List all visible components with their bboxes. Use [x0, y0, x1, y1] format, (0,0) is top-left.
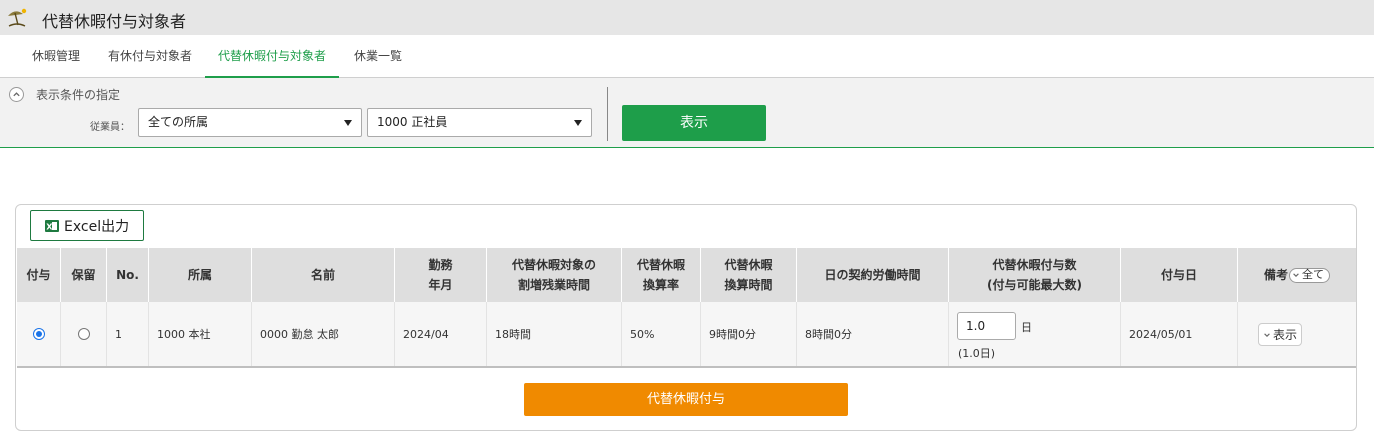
row-note: 表示 — [1238, 302, 1356, 366]
header-daily-hours: 日の契約労働時間 — [797, 248, 949, 302]
divider — [607, 87, 608, 141]
department-select-value: 全ての所属 — [148, 115, 209, 129]
hold-radio[interactable] — [77, 328, 90, 340]
header-work-month: 勤務 年月 — [395, 248, 487, 302]
filter-title: 表示条件の指定 — [36, 88, 121, 102]
header-name: 名前 — [252, 248, 395, 302]
row-employee-name: 0000 勤怠 太郎 — [252, 302, 395, 366]
excel-export-button[interactable]: X Excel出力 — [30, 210, 144, 241]
tab-paid-leave-targets[interactable]: 有休付与対象者 — [96, 35, 204, 78]
note-show-button[interactable]: 表示 — [1258, 323, 1302, 346]
grant-days-input[interactable]: 1.0 — [957, 312, 1016, 340]
hold-cell — [61, 302, 107, 366]
header-grant-days: 代替休暇付与数 (付与可能最大数) — [949, 248, 1121, 302]
header-department: 所属 — [149, 248, 252, 302]
employment-type-select-value: 1000 正社員 — [377, 115, 448, 129]
chevron-down-icon — [1264, 332, 1270, 337]
chevron-up-icon — [13, 92, 20, 97]
grant-days-max: (1.0日) — [958, 347, 996, 360]
row-conversion-time: 9時間0分 — [701, 302, 797, 366]
row-grant-days: 1.0 日 (1.0日) — [949, 302, 1121, 366]
grant-cell — [17, 302, 61, 366]
department-select[interactable]: 全ての所属 — [138, 108, 362, 137]
tab-substitute-leave-targets[interactable]: 代替休暇付与対象者 — [205, 35, 339, 78]
show-button[interactable]: 表示 — [622, 105, 766, 141]
svg-text:X: X — [46, 222, 53, 231]
chevron-down-icon — [1293, 273, 1299, 277]
tab-bar: 休暇管理 有休付与対象者 代替休暇付与対象者 休業一覧 — [0, 35, 1374, 78]
header-no: No. — [107, 248, 149, 302]
header-conversion-rate: 代替休暇 換算率 — [622, 248, 701, 302]
excel-icon: X — [45, 219, 59, 232]
title-bar: 代替休暇付与対象者 — [0, 0, 1374, 35]
table-header: 付与 保留 No. 所属 名前 勤務 年月 代替休暇対象の 割増残業時間 代替休… — [17, 248, 1356, 302]
employee-label: 従業員： — [90, 122, 130, 133]
row-overtime: 18時間 — [487, 302, 622, 366]
all-toggle-button[interactable]: 全て — [1289, 267, 1330, 283]
filter-panel: 表示条件の指定 従業員： 全ての所属 1000 正社員 表示 — [0, 78, 1374, 148]
header-conversion-time: 代替休暇 換算時間 — [701, 248, 797, 302]
header-grant: 付与 — [17, 248, 61, 302]
employment-type-select[interactable]: 1000 正社員 — [367, 108, 592, 137]
dropdown-arrow-icon — [574, 120, 582, 126]
row-work-month: 2024/04 — [395, 302, 487, 366]
row-conversion-rate: 50% — [622, 302, 701, 366]
row-grant-date: 2024/05/01 — [1121, 302, 1238, 366]
excel-export-label: Excel出力 — [64, 218, 130, 235]
tab-absence-list[interactable]: 休業一覧 — [340, 35, 416, 78]
grant-radio[interactable] — [32, 328, 45, 340]
collapse-button[interactable] — [9, 87, 24, 102]
grant-substitute-leave-button[interactable]: 代替休暇付与 — [524, 383, 848, 416]
row-department: 1000 本社 — [149, 302, 252, 366]
header-note: 備考 全て — [1238, 248, 1356, 302]
beach-umbrella-icon — [8, 8, 27, 27]
table-row: 1 1000 本社 0000 勤怠 太郎 2024/04 18時間 50% 9時… — [17, 302, 1356, 368]
dropdown-arrow-icon — [344, 120, 352, 126]
tab-leave-management[interactable]: 休暇管理 — [18, 35, 94, 78]
header-hold: 保留 — [61, 248, 107, 302]
grant-days-unit: 日 — [1021, 321, 1032, 334]
page-title: 代替休暇付与対象者 — [42, 12, 187, 31]
header-overtime: 代替休暇対象の 割増残業時間 — [487, 248, 622, 302]
row-number: 1 — [107, 302, 149, 366]
header-grant-date: 付与日 — [1121, 248, 1238, 302]
row-daily-hours: 8時間0分 — [797, 302, 949, 366]
